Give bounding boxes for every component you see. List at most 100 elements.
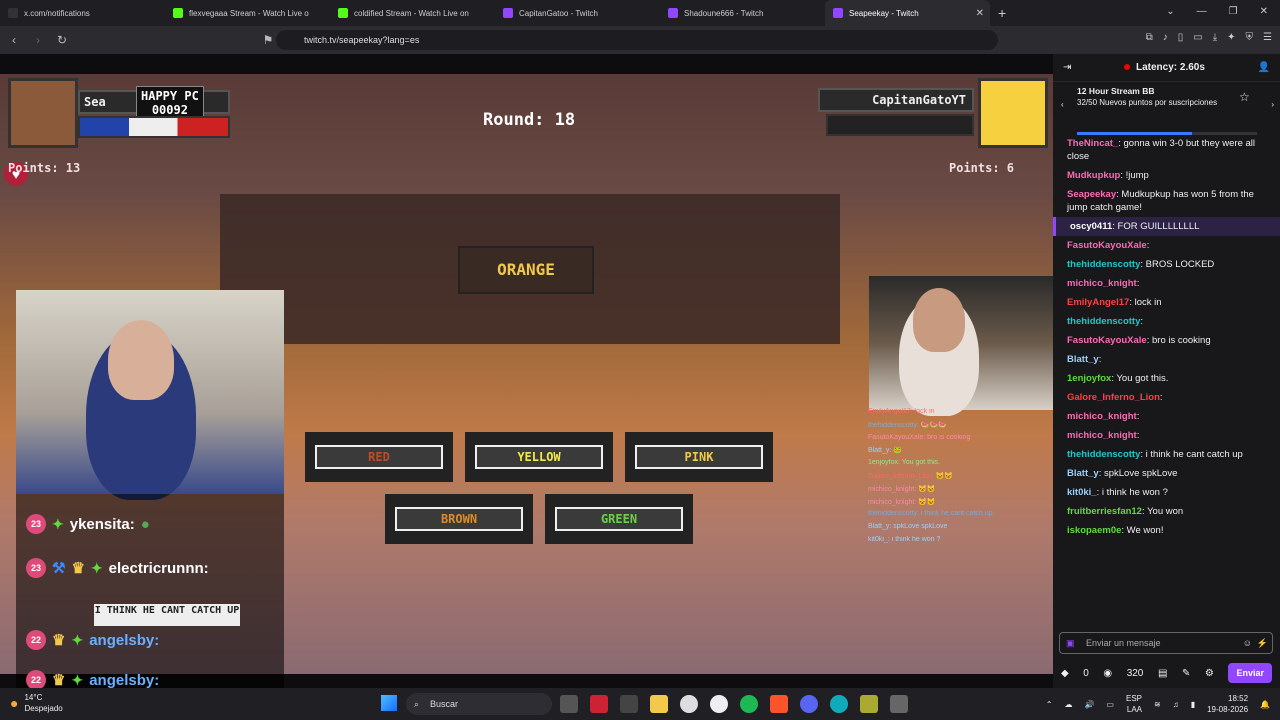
discord-icon[interactable]	[800, 695, 818, 713]
wallet-icon[interactable]: ▭	[1193, 32, 1202, 43]
chat-username[interactable]: Mudkupkup	[1067, 170, 1120, 181]
extensions-icon[interactable]: ⧉	[1146, 32, 1153, 43]
sidebar-icon[interactable]: ▯	[1178, 32, 1184, 43]
download-icon[interactable]: ⤓	[1213, 32, 1217, 43]
minimize-icon[interactable]: —	[1197, 6, 1207, 17]
maximize-icon[interactable]: ❐	[1229, 6, 1238, 17]
start-icon[interactable]	[381, 695, 397, 711]
app-icon[interactable]	[830, 695, 848, 713]
video-player[interactable]: Sea HAPPY PC 00092 ♥ Round: 18 Points: 1…	[0, 54, 1053, 688]
url-field[interactable]: twitch.tv/seapeekay?lang=es	[276, 30, 998, 50]
speaker-icon[interactable]: ♫	[1173, 700, 1179, 709]
input-language[interactable]: ESP LAA	[1126, 693, 1142, 715]
shield-icon[interactable]: ⛨	[1246, 32, 1254, 43]
tab-coldified[interactable]: coldified Stream - Watch Live on	[330, 0, 495, 26]
chat-username[interactable]: fruitberriesfan12	[1067, 506, 1142, 517]
clock[interactable]: 18:52 19-08-2026	[1207, 693, 1248, 715]
battery-status-icon[interactable]: ▮	[1191, 700, 1195, 709]
app-icon[interactable]	[590, 695, 608, 713]
weather-widget[interactable]: ● 14°C Despejado	[10, 692, 63, 714]
reload-icon[interactable]: ↻	[52, 33, 72, 47]
chat-username[interactable]: oscy0411	[1070, 221, 1112, 232]
chat-text: :	[1136, 278, 1140, 289]
chat-username[interactable]: EmilyAngel17	[1067, 297, 1129, 308]
chat-username[interactable]: TheNincat_	[1067, 138, 1118, 149]
tab-seapeekay[interactable]: Seapeekay - Twitch ✕	[825, 0, 990, 26]
chevron-right-icon[interactable]: ›	[1271, 100, 1274, 109]
chat-username[interactable]: Blatt_y	[1067, 468, 1099, 479]
chat-username[interactable]: thehiddenscotty	[1067, 316, 1140, 327]
tab-capitangatoo[interactable]: CapitanGatoo - Twitch	[495, 0, 660, 26]
pin-icon[interactable]: ✎	[1182, 668, 1190, 679]
tab-shadoune666[interactable]: Shadoune666 - Twitch	[660, 0, 825, 26]
date: 19-08-2026	[1207, 705, 1249, 714]
cloud-icon[interactable]: ☁	[1064, 700, 1072, 709]
chat-username[interactable]: kit0ki_	[1067, 487, 1097, 498]
battery-icon[interactable]: ▭	[1106, 700, 1114, 709]
app-icon[interactable]	[860, 695, 878, 713]
volume-icon[interactable]: 🔊	[1084, 700, 1094, 709]
chat-mode-icon[interactable]: ▣	[1066, 633, 1075, 653]
chat-username[interactable]: Seapeekay	[1067, 189, 1116, 200]
collapse-chat-icon[interactable]: ⇥	[1063, 62, 1071, 73]
chat-username[interactable]: Blatt_y	[1067, 354, 1099, 365]
menu-icon[interactable]: ☰	[1263, 32, 1272, 43]
channel-points-icon[interactable]: ◉	[1103, 668, 1112, 679]
music-icon[interactable]: ♪	[1163, 32, 1168, 43]
stream-chat-overlay: EmilyAngel17: lock in thehiddenscotty: 🍉…	[868, 408, 1052, 548]
app-icon[interactable]	[680, 695, 698, 713]
chat-message: michico_knight:	[1053, 426, 1280, 445]
new-tab-button[interactable]: +	[998, 5, 1006, 21]
file-explorer-icon[interactable]	[650, 695, 668, 713]
wifi-icon[interactable]: ≋	[1154, 700, 1161, 709]
tab-label: flexvegaaa Stream - Watch Live o	[189, 8, 309, 18]
close-icon[interactable]: ✕	[1260, 6, 1268, 17]
app-icon[interactable]	[620, 695, 638, 713]
app-icon[interactable]	[890, 695, 908, 713]
tab-x-notifications[interactable]: x.com/notifications	[0, 0, 165, 26]
commands-icon[interactable]: ⚡	[1257, 633, 1268, 653]
chat-username[interactable]: thehiddenscotty	[1067, 449, 1140, 460]
back-icon[interactable]: ‹	[4, 33, 24, 47]
chat-username[interactable]: Galore_Inferno_Lion	[1067, 392, 1160, 403]
sub-badge: 23	[26, 514, 46, 534]
chat-username[interactable]: michico_knight	[1067, 411, 1137, 422]
chat-username[interactable]: iskopaem0e	[1067, 525, 1121, 536]
task-view-icon[interactable]	[560, 695, 578, 713]
mini-chat-line: EmilyAngel17: lock in	[868, 408, 935, 415]
taskbar-search[interactable]: ⌕ Buscar	[406, 693, 552, 715]
forward-icon[interactable]: ›	[28, 33, 48, 47]
chat-username[interactable]: FasutoKayouXale	[1067, 240, 1147, 251]
bookmark-icon[interactable]: ⚑	[258, 33, 278, 47]
chat-header: ⇥ Latency: 2.60s 👤	[1053, 54, 1280, 82]
send-button[interactable]: Enviar	[1228, 663, 1272, 683]
chat-username[interactable]: michico_knight	[1067, 430, 1137, 441]
sub-goal[interactable]: ‹ 12 Hour Stream BB 32/50 Nuevos puntos …	[1053, 82, 1280, 140]
users-icon[interactable]: 👤	[1258, 62, 1270, 73]
chat-username[interactable]: FasutoKayouXale	[1067, 335, 1147, 346]
brave-icon[interactable]	[770, 695, 788, 713]
emote-picker-icon[interactable]: ☺	[1243, 633, 1252, 653]
star-icon[interactable]: ☆	[1239, 90, 1250, 104]
notification-icon[interactable]: 🔔	[1260, 700, 1270, 709]
happy-score: 00092	[151, 103, 188, 117]
chat-message: kit0ki_: i think he won ?	[1053, 483, 1280, 502]
chat-username[interactable]: michico_knight	[1067, 278, 1137, 289]
chevron-down-icon[interactable]: ⌄	[1166, 6, 1174, 17]
chat-username[interactable]: thehiddenscotty	[1067, 259, 1140, 270]
app-icon[interactable]	[710, 695, 728, 713]
ai-icon[interactable]: ✦	[1227, 32, 1235, 43]
color-button-label: RED	[315, 445, 443, 469]
spotify-icon[interactable]	[740, 695, 758, 713]
color-button-red: RED	[305, 432, 453, 482]
chat-message: Blatt_y:	[1053, 350, 1280, 369]
chevron-left-icon[interactable]: ‹	[1061, 100, 1064, 109]
tab-flexvegaaa[interactable]: flexvegaaa Stream - Watch Live o	[165, 0, 330, 26]
bits-icon[interactable]: ◆	[1061, 668, 1069, 679]
chat-username[interactable]: 1enjoyfox	[1067, 373, 1111, 384]
close-tab-icon[interactable]: ✕	[976, 8, 984, 19]
chevron-up-icon[interactable]: ⌃	[1046, 700, 1053, 709]
settings-icon[interactable]: ⚙	[1205, 668, 1214, 679]
prediction-icon[interactable]: ▤	[1158, 668, 1167, 679]
chat-input[interactable]: ▣ Enviar un mensaje ☺ ⚡	[1059, 632, 1273, 654]
